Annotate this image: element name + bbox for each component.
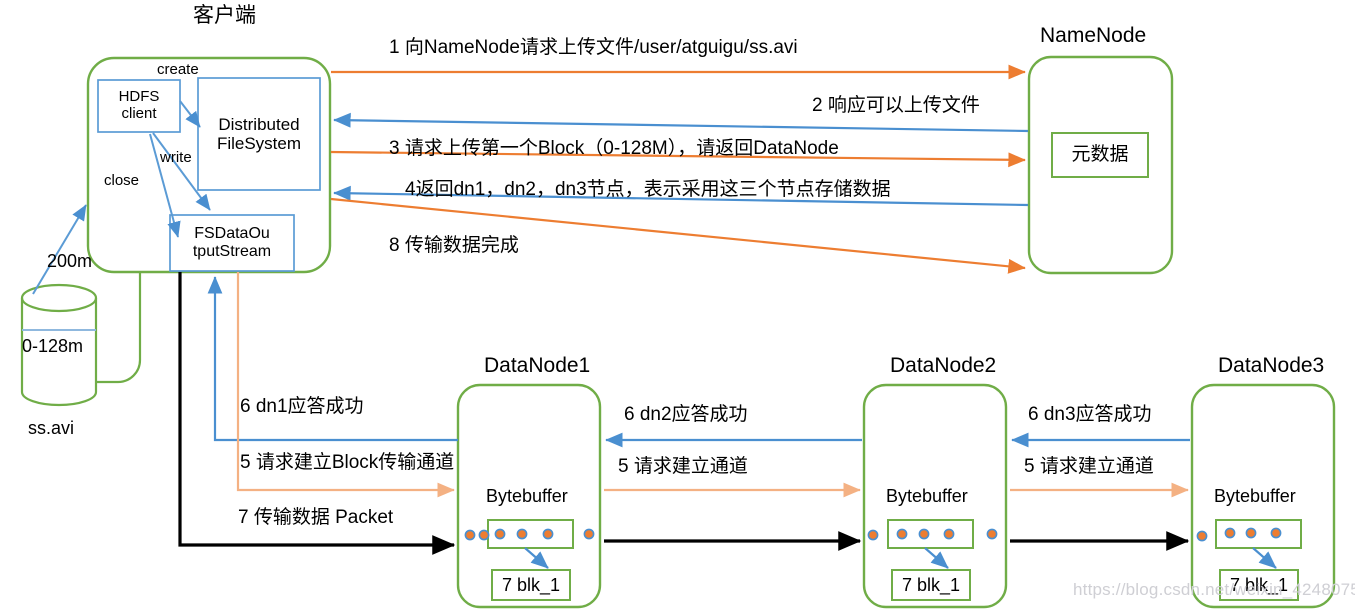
datanode2-bytebuffer-box bbox=[887, 519, 974, 549]
client-title: 客户端 bbox=[193, 4, 256, 27]
datanode2-title: DataNode2 bbox=[890, 354, 997, 377]
datanode2-blk-label: 7 blk_1 bbox=[901, 574, 961, 595]
step-5-dn1-label: 5 请求建立Block传输通道 bbox=[240, 452, 455, 473]
step-6-dn2-label: 6 dn2应答成功 bbox=[624, 404, 748, 425]
datanode3-buffer-to-blk-arrow bbox=[1252, 547, 1277, 569]
file-size-arrow bbox=[32, 204, 87, 295]
step-8-label: 8 传输数据完成 bbox=[389, 235, 519, 256]
datanode1-blk-label: 7 blk_1 bbox=[501, 574, 561, 595]
namenode-title: NameNode bbox=[1040, 24, 1147, 47]
metadata-label: 元数据 bbox=[1071, 144, 1129, 166]
hdfs-client-label-line2: client bbox=[121, 105, 157, 122]
distributed-filesystem-line1: Distributed bbox=[218, 114, 300, 134]
distributed-filesystem-label: Distributed FileSystem bbox=[198, 78, 320, 190]
step-7-packet-label: 7 传输数据 Packet bbox=[238, 507, 394, 528]
datanode1-bytebuffer-box bbox=[487, 519, 574, 549]
fsdata-outputstream-label: FSDataOu tputStream bbox=[170, 215, 294, 271]
datanode3-packet-dots bbox=[1196, 527, 1282, 542]
fsdata-outputstream-line2: tputStream bbox=[192, 243, 272, 260]
step-4-label: 4返回dn1，dn2，dn3节点，表示采用这三个节点存储数据 bbox=[405, 179, 891, 200]
datanode3-bytebuffer-label: Bytebuffer bbox=[1214, 486, 1296, 506]
datanode1-title: DataNode1 bbox=[484, 354, 591, 377]
step-8-arrow bbox=[330, 197, 1026, 274]
datanode2-packet-dots bbox=[867, 528, 998, 541]
file-cylinder-top bbox=[20, 283, 98, 313]
watermark: https://blog.csdn.net/weixin_42480750 bbox=[1073, 580, 1355, 599]
hdfs-client-label: HDFS client bbox=[98, 80, 180, 132]
file-block-label: 0-128m bbox=[22, 336, 84, 356]
datanode2-bytebuffer-label: Bytebuffer bbox=[886, 486, 968, 506]
file-size-label: 200m bbox=[47, 251, 93, 271]
datanode3-bytebuffer-box bbox=[1215, 519, 1302, 549]
distributed-filesystem-line2: FileSystem bbox=[216, 134, 302, 153]
step-1-label: 1 向NameNode请求上传文件/user/atguigu/ss.avi bbox=[389, 37, 798, 58]
edge-close-label: close bbox=[104, 172, 140, 189]
step-5-dn3-label: 5 请求建立通道 bbox=[1024, 456, 1154, 477]
hdfs-write-flow-diagram: 客户端 HDFS client Distributed FileSystem F… bbox=[0, 0, 1355, 615]
edge-create-label: create bbox=[157, 61, 199, 78]
datanode1-packet-dots bbox=[464, 528, 595, 541]
step-2-arrow bbox=[333, 112, 1029, 133]
datanode1-buffer-to-blk-arrow bbox=[524, 547, 549, 569]
fsdata-outputstream-line1: FSDataOu bbox=[194, 225, 270, 243]
edge-write-label: write bbox=[160, 149, 192, 166]
step-6-dn3-label: 6 dn3应答成功 bbox=[1028, 404, 1152, 425]
hdfs-client-label-line1: HDFS bbox=[118, 88, 160, 106]
step-5-dn2-label: 5 请求建立通道 bbox=[618, 456, 748, 477]
datanode2-buffer-to-blk-arrow bbox=[924, 547, 949, 569]
datanode3-title: DataNode3 bbox=[1218, 354, 1325, 377]
file-name-label: ss.avi bbox=[28, 418, 75, 438]
step-6-dn1-label: 6 dn1应答成功 bbox=[240, 396, 364, 417]
file-to-client-connector bbox=[96, 272, 142, 384]
step-3-label: 3 请求上传第一个Block（0-128M），请返回DataNode bbox=[389, 138, 839, 159]
edge-create-arrow bbox=[179, 100, 201, 128]
datanode1-bytebuffer-label: Bytebuffer bbox=[486, 486, 568, 506]
step-2-label: 2 响应可以上传文件 bbox=[812, 95, 980, 116]
